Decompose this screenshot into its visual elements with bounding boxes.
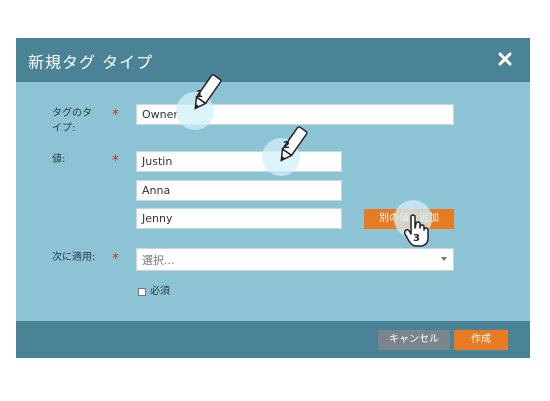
apply-to-placeholder: 選択... <box>142 254 175 267</box>
pencil-icon <box>272 124 312 168</box>
callout-number-1: 1 <box>196 89 203 100</box>
required-checkbox[interactable] <box>138 288 146 296</box>
tag-type-label: タグのタイプ: <box>52 108 92 134</box>
callout-number-3: 3 <box>413 233 420 244</box>
apply-to-select[interactable]: 選択... <box>136 248 454 271</box>
cancel-button[interactable]: キャンセル <box>378 330 450 350</box>
dialog-header: 新規タグ タイプ <box>16 38 530 82</box>
value-input-2[interactable]: Anna <box>136 180 342 201</box>
dialog-title: 新規タグ タイプ <box>28 53 154 72</box>
required-mark: * <box>112 107 119 123</box>
create-button[interactable]: 作成 <box>454 330 508 350</box>
required-checkbox-label: 必須 <box>150 286 170 297</box>
new-tag-type-dialog: 新規タグ タイプ タグのタイプ: * Owner 値: * Justin Ann… <box>16 38 530 358</box>
chevron-down-icon <box>441 257 447 261</box>
value-input-3[interactable]: Jenny <box>136 208 342 229</box>
required-mark: * <box>112 153 119 169</box>
callout-number-2: 2 <box>283 140 290 151</box>
required-mark: * <box>112 251 119 267</box>
dialog-footer: キャンセル 作成 <box>16 321 530 358</box>
close-icon[interactable] <box>496 50 514 68</box>
apply-to-label: 次に適用: <box>52 252 96 263</box>
pencil-icon <box>186 72 226 116</box>
values-label: 値: <box>52 154 66 165</box>
